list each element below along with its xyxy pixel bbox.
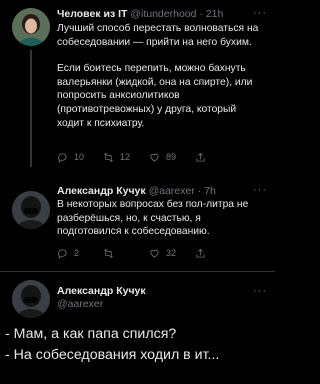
like-count: 32 — [166, 248, 177, 258]
reply-count: 2 — [74, 248, 80, 258]
reply-button[interactable]: 2 — [57, 248, 103, 259]
like-button[interactable]: 32 — [149, 248, 195, 259]
author-name-line: Александр Кучук — [57, 284, 269, 298]
separator: · — [196, 8, 206, 20]
main-tweet[interactable]: Александр Кучук @aarexer ··· - Мам, а ка… — [0, 272, 275, 384]
tweet-text: В некоторых вопросах без пол-литра не ра… — [57, 198, 265, 239]
more-options-icon[interactable]: ··· — [253, 185, 267, 196]
dialogue-line: - Мам, а как папа спился? — [5, 326, 177, 342]
thread-connector — [30, 50, 32, 167]
retweet-button[interactable] — [103, 248, 149, 259]
avatar[interactable] — [12, 280, 50, 318]
author-name[interactable]: Александр Кучук — [57, 285, 146, 297]
share-icon — [196, 248, 205, 258]
reply-icon — [58, 152, 67, 163]
tweet-actions: 2 32 — [57, 246, 255, 260]
retweet-button[interactable]: 12 — [103, 152, 149, 163]
share-icon — [196, 152, 205, 162]
dialogue-line: - На собеседования ходил в ит... — [5, 347, 220, 363]
author-handle[interactable]: @itunderhood — [130, 8, 196, 20]
author-name[interactable]: Александр Кучук — [57, 185, 146, 197]
timeline: Человек из IT @itunderhood · 21h ··· Луч… — [0, 0, 275, 384]
like-count: 89 — [166, 152, 177, 162]
retweet-icon — [104, 248, 113, 258]
author-handle[interactable]: @aarexer — [149, 185, 195, 197]
tweet-paragraph: В некоторых вопросах без пол-литра не ра… — [57, 199, 249, 238]
tweet-header: Александр Кучук @aarexer · 7h — [57, 184, 269, 198]
avatar[interactable] — [12, 191, 50, 229]
share-button[interactable] — [195, 248, 212, 259]
separator: · — [194, 185, 205, 197]
tweet-text: Лучший способ перестать волноваться на с… — [57, 22, 265, 130]
tweet-time[interactable]: 7h — [204, 185, 216, 197]
retweet-count: 12 — [120, 152, 131, 162]
author-name[interactable]: Человек из IT — [57, 8, 127, 20]
reply-count: 10 — [74, 152, 85, 162]
tweet-header: Человек из IT @itunderhood · 21h — [57, 7, 269, 21]
tweet-paragraph: Если боитесь перепить, можно бахнуть вал… — [57, 63, 253, 129]
main-tweet-text: - Мам, а как папа спился? - На собеседов… — [5, 324, 271, 366]
heart-icon — [150, 249, 159, 258]
retweet-icon — [104, 152, 113, 162]
author-handle[interactable]: @aarexer — [57, 298, 103, 311]
tweet-2[interactable]: Александр Кучук @aarexer · 7h ··· В неко… — [0, 178, 275, 268]
tweet-actions: 10 12 89 — [57, 150, 255, 164]
like-button[interactable]: 89 — [149, 152, 195, 163]
reply-button[interactable]: 10 — [57, 152, 103, 163]
tweet-1[interactable]: Человек из IT @itunderhood · 21h ··· Луч… — [0, 0, 275, 170]
avatar[interactable] — [12, 8, 50, 46]
reply-icon — [58, 248, 67, 259]
share-button[interactable] — [195, 152, 212, 163]
tweet-paragraph: Лучший способ перестать волноваться на с… — [57, 23, 259, 48]
more-options-icon[interactable]: ··· — [253, 8, 267, 19]
heart-icon — [150, 153, 159, 162]
more-options-icon[interactable]: ··· — [253, 286, 267, 297]
tweet-time[interactable]: 21h — [206, 8, 224, 20]
